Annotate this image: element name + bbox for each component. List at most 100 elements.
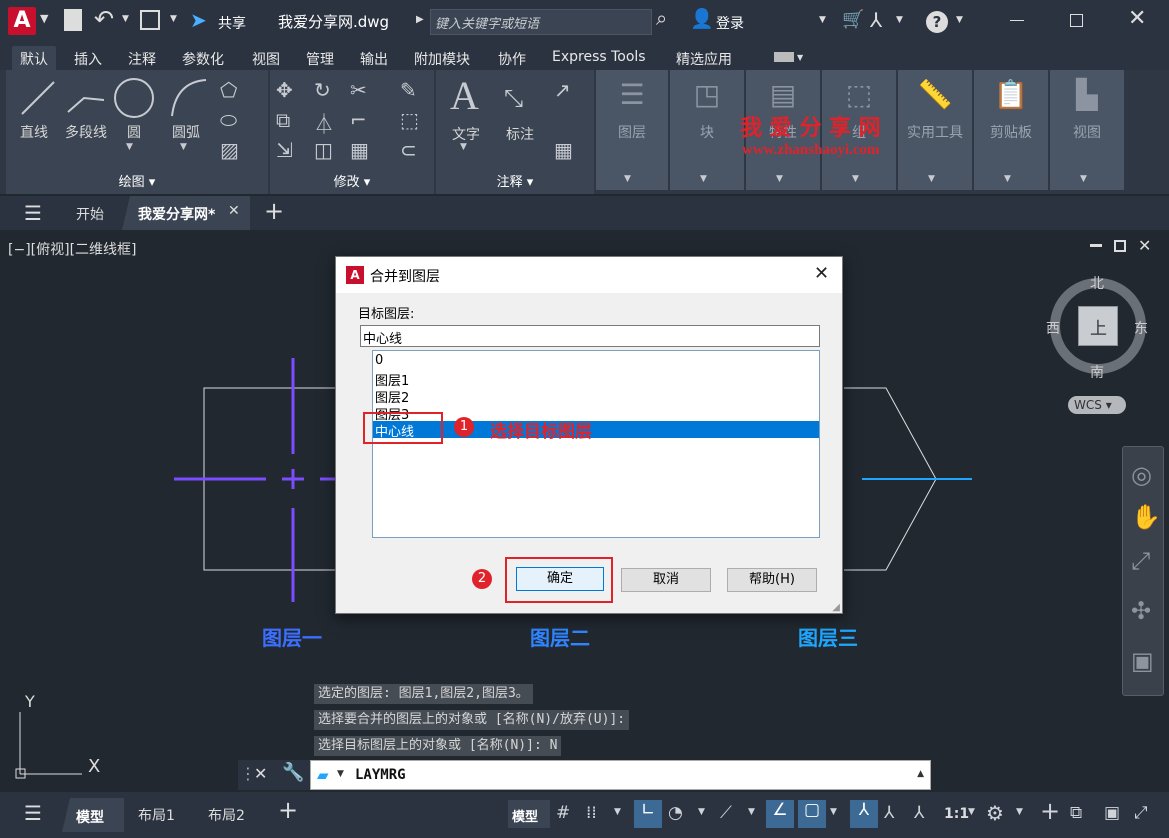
tab-collaborate[interactable]: 协作 bbox=[498, 49, 526, 69]
utilities-panel[interactable]: 📏 实用工具 ▼ bbox=[898, 70, 972, 190]
tab-view[interactable]: 视图 bbox=[252, 49, 280, 69]
tab-featured-apps[interactable]: 精选应用 bbox=[676, 49, 732, 69]
ok-button[interactable]: 确定 bbox=[516, 567, 604, 591]
scale-icon[interactable]: ◫ bbox=[314, 138, 333, 162]
chevron-down-icon[interactable]: ▼ bbox=[797, 53, 803, 62]
help-icon[interactable]: ? bbox=[926, 11, 948, 33]
tab-manage[interactable]: 管理 bbox=[306, 49, 334, 69]
autocad-logo-button[interactable]: A bbox=[8, 7, 36, 35]
command-icon[interactable]: ▰ bbox=[317, 766, 329, 784]
chevron-down-icon[interactable]: ▼ bbox=[122, 14, 129, 24]
showmotion-icon[interactable]: ▣ bbox=[1131, 647, 1154, 675]
tab-insert[interactable]: 插入 bbox=[74, 49, 102, 69]
tab-current-document[interactable]: 我爱分享网* ✕ bbox=[122, 196, 250, 230]
auto-scale-icon[interactable]: ⅄ bbox=[884, 803, 894, 823]
leader-icon[interactable]: ↗ bbox=[554, 78, 571, 102]
text-icon[interactable]: A bbox=[450, 72, 479, 119]
user-icon[interactable]: 👤 bbox=[690, 7, 714, 30]
isolate-objects-icon[interactable]: ⧉ bbox=[1070, 803, 1082, 823]
cart-icon[interactable]: 🛒 bbox=[842, 9, 864, 30]
dialog-close-button[interactable]: ✕ bbox=[814, 263, 829, 284]
tab-model[interactable]: 模型 bbox=[62, 798, 124, 832]
line-icon[interactable] bbox=[18, 78, 58, 118]
tool-arc[interactable]: 圆弧 bbox=[166, 122, 206, 142]
chevron-down-icon[interactable]: ▼ bbox=[40, 12, 48, 25]
chevron-down-icon[interactable]: ▼ bbox=[698, 807, 705, 817]
chevron-down-icon[interactable]: ▼ bbox=[956, 15, 963, 25]
ellipse-icon[interactable]: ⬭ bbox=[220, 108, 237, 132]
annotation-panel-label[interactable]: 注释 ▾ bbox=[436, 172, 594, 194]
list-item[interactable]: 图层2 bbox=[373, 387, 819, 406]
viewcube-north[interactable]: 北 bbox=[1090, 273, 1104, 293]
cancel-button[interactable]: 取消 bbox=[621, 568, 711, 592]
login-label[interactable]: 登录 bbox=[716, 13, 744, 33]
chevron-down-icon[interactable]: ▼ bbox=[126, 142, 133, 152]
chevron-down-icon[interactable]: ▼ bbox=[170, 14, 177, 24]
arc-icon[interactable] bbox=[166, 76, 210, 120]
move-icon[interactable]: ✥ bbox=[276, 78, 293, 102]
orbit-icon[interactable]: ✣ bbox=[1131, 597, 1151, 625]
ortho-icon[interactable]: ∟ bbox=[634, 800, 662, 828]
list-item[interactable]: 图层1 bbox=[373, 370, 819, 389]
command-input[interactable]: ▰ ▼ LAYMRG ▲ bbox=[310, 760, 931, 790]
new-file-icon[interactable] bbox=[64, 9, 82, 31]
view-panel[interactable]: ▙ 视图 ▼ bbox=[1050, 70, 1124, 190]
array-icon[interactable]: ▦ bbox=[350, 138, 369, 162]
object-snap-icon[interactable]: ▢ bbox=[798, 800, 826, 828]
dimension-icon[interactable]: ⤡ bbox=[504, 84, 523, 112]
zoom-extents-icon[interactable]: ⤢ bbox=[1131, 547, 1150, 575]
tab-output[interactable]: 输出 bbox=[360, 49, 388, 69]
object-snap-tracking-icon[interactable]: ∠ bbox=[766, 800, 794, 828]
annotation-scale-icon[interactable]: ⅄ bbox=[914, 803, 924, 823]
save-icon[interactable] bbox=[140, 10, 160, 30]
chevron-down-icon[interactable]: ▼ bbox=[819, 15, 826, 25]
tab-start[interactable]: 开始 bbox=[76, 204, 104, 224]
table-icon[interactable]: ▦ bbox=[554, 138, 573, 162]
trim-icon[interactable]: ✂ bbox=[350, 78, 367, 102]
tab-annotate[interactable]: 注释 bbox=[128, 49, 156, 69]
minimize-button[interactable] bbox=[1010, 20, 1024, 21]
search-icon[interactable]: ⌕ bbox=[656, 6, 667, 30]
tab-addins[interactable]: 附加模块 bbox=[414, 49, 470, 69]
tab-layout2[interactable]: 布局2 bbox=[208, 805, 245, 825]
polar-icon[interactable]: ◔ bbox=[668, 803, 683, 823]
viewcube-south[interactable]: 南 bbox=[1090, 362, 1104, 382]
ribbon-toggle-icon[interactable] bbox=[774, 52, 794, 62]
viewcube[interactable]: 上 北 南 西 东 WCS ▾ bbox=[1046, 272, 1150, 414]
chevron-down-icon[interactable]: ▼ bbox=[460, 142, 467, 152]
steering-wheel-icon[interactable]: ◎ bbox=[1131, 461, 1152, 489]
isodraft-icon[interactable]: ⟋ bbox=[720, 803, 732, 823]
circle-icon[interactable] bbox=[112, 76, 156, 120]
block-panel[interactable]: ◳ 块 ▼ bbox=[670, 70, 744, 190]
undo-icon[interactable]: ↶ bbox=[94, 5, 114, 33]
gear-icon[interactable]: ⚙ bbox=[986, 801, 1004, 825]
erase-icon[interactable]: ✎ bbox=[400, 78, 417, 102]
graphics-performance-icon[interactable]: ▣ bbox=[1104, 803, 1120, 823]
explode-icon[interactable]: ⬚ bbox=[400, 108, 419, 132]
tab-layout1[interactable]: 布局1 bbox=[138, 805, 175, 825]
pan-icon[interactable]: ✋ bbox=[1131, 503, 1161, 531]
customize-icon[interactable]: 🔧 bbox=[282, 762, 304, 783]
tab-default[interactable]: 默认 bbox=[12, 46, 56, 72]
grid-icon[interactable]: # bbox=[556, 803, 570, 823]
maximize-button[interactable] bbox=[1070, 14, 1083, 27]
list-item[interactable]: 0 bbox=[373, 353, 819, 370]
search-input[interactable]: 键入关键字或短语 bbox=[430, 9, 652, 35]
viewcube-west[interactable]: 西 bbox=[1046, 318, 1060, 338]
resize-grip-icon[interactable]: ◢ bbox=[832, 602, 840, 613]
add-layout-icon[interactable]: + bbox=[278, 796, 298, 824]
annotation-visibility-icon[interactable]: ⅄ bbox=[850, 800, 878, 828]
chevron-down-icon[interactable]: ▼ bbox=[614, 807, 621, 817]
new-tab-icon[interactable]: + bbox=[264, 197, 284, 225]
fullscreen-icon[interactable]: ⤢ bbox=[1134, 803, 1148, 823]
target-layer-field[interactable]: 中心线 bbox=[360, 325, 820, 347]
chevron-down-icon[interactable]: ▼ bbox=[968, 807, 975, 817]
scale-value[interactable]: 1:1 bbox=[944, 806, 969, 822]
draw-panel-label[interactable]: 绘图 ▾ bbox=[6, 172, 268, 194]
tool-circle[interactable]: 圆 bbox=[114, 122, 154, 142]
polyline-icon[interactable] bbox=[64, 78, 108, 118]
tool-text[interactable]: 文字 bbox=[446, 124, 486, 144]
tool-dimension[interactable]: 标注 bbox=[500, 124, 540, 144]
mirror-icon[interactable]: ⏃ bbox=[314, 108, 334, 137]
layers-panel[interactable]: ☰ 图层 ▼ bbox=[596, 70, 668, 190]
